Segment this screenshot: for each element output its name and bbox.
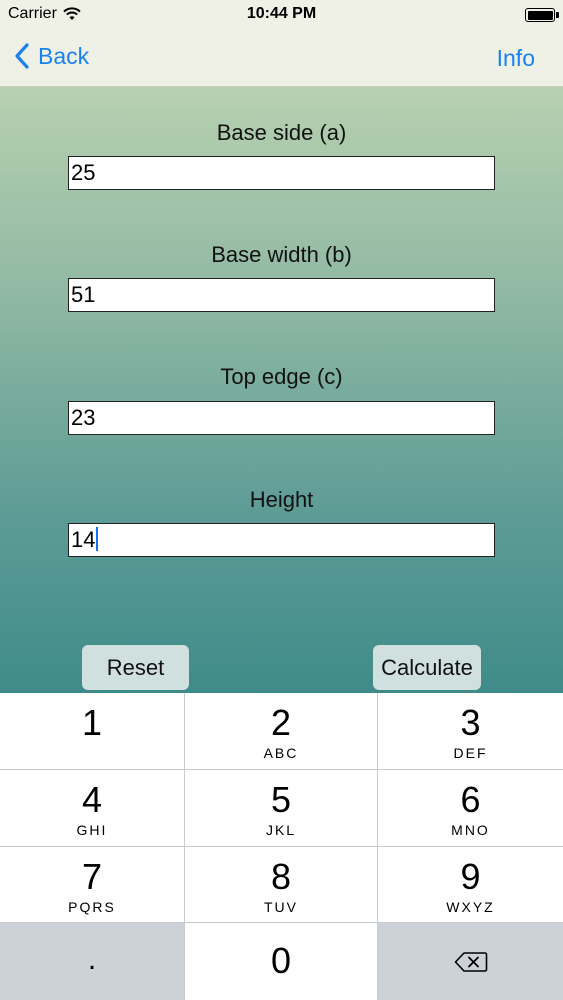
height-input[interactable]: 14: [68, 523, 495, 557]
key-7-digit: 7: [81, 856, 103, 897]
key-3-letters: DEF: [453, 745, 488, 761]
top-edge-input[interactable]: 23: [68, 401, 495, 435]
key-9-digit: 9: [460, 856, 481, 897]
key-7-letters: PQRS: [68, 899, 116, 915]
key-0-digit: 0: [270, 940, 292, 981]
key-8-letters: TUV: [264, 899, 298, 915]
key-8-digit: 8: [270, 856, 292, 897]
battery-icon: [525, 8, 559, 22]
key-4-letters: GHI: [76, 822, 108, 838]
base-width-input[interactable]: 51: [68, 278, 495, 312]
key-4[interactable]: 4 GHI: [0, 770, 185, 847]
key-2[interactable]: 2 ABC: [185, 693, 378, 770]
key-3-digit: 3: [460, 702, 481, 743]
key-4-digit: 4: [81, 779, 103, 820]
key-6[interactable]: 6 MNO: [378, 770, 563, 847]
numeric-keypad: 1 2 ABC 3 DEF 4 GHI 5 JKL 6 MNO 7 PQRS 8…: [0, 693, 563, 1000]
key-5-letters: JKL: [265, 822, 297, 838]
chevron-left-icon: [15, 43, 29, 69]
top-edge-label: Top edge (c): [220, 364, 343, 389]
base-side-label: Base side (a): [216, 120, 347, 145]
back-label: Back: [38, 42, 90, 69]
calculator-form: Base side (a) 25 Base width (b) 51 Top e…: [0, 87, 563, 693]
back-button[interactable]: Back: [14, 42, 89, 70]
height-label: Height: [249, 487, 314, 512]
base-width-label: Base width (b): [211, 242, 352, 267]
status-bar: Carrier 10:44 PM: [0, 0, 563, 30]
key-decimal[interactable]: .: [0, 923, 185, 1000]
status-time: 10:44 PM: [246, 5, 317, 22]
key-5[interactable]: 5 JKL: [185, 770, 378, 847]
reset-button[interactable]: Reset: [82, 645, 189, 690]
key-3[interactable]: 3 DEF: [378, 693, 563, 770]
key-0[interactable]: 0: [185, 923, 378, 1000]
navigation-bar: Back Info: [0, 30, 563, 87]
key-8[interactable]: 8 TUV: [185, 847, 378, 923]
decimal-label: .: [87, 943, 97, 976]
text-caret: [96, 527, 99, 552]
height-value: 14: [71, 527, 96, 552]
key-5-digit: 5: [270, 779, 292, 820]
key-9[interactable]: 9 WXYZ: [378, 847, 563, 923]
key-1-digit: 1: [81, 702, 103, 743]
backspace-icon: [454, 952, 487, 972]
key-2-letters: ABC: [263, 745, 299, 761]
key-1[interactable]: 1: [0, 693, 185, 770]
delete-key[interactable]: [378, 923, 563, 1000]
key-6-digit: 6: [460, 779, 481, 820]
key-7[interactable]: 7 PQRS: [0, 847, 185, 923]
key-6-letters: MNO: [451, 822, 490, 838]
key-9-letters: WXYZ: [446, 899, 495, 915]
base-side-input[interactable]: 25: [68, 156, 495, 190]
calculate-button[interactable]: Calculate: [373, 645, 481, 690]
info-button[interactable]: Info: [497, 45, 535, 72]
key-2-digit: 2: [270, 702, 292, 743]
